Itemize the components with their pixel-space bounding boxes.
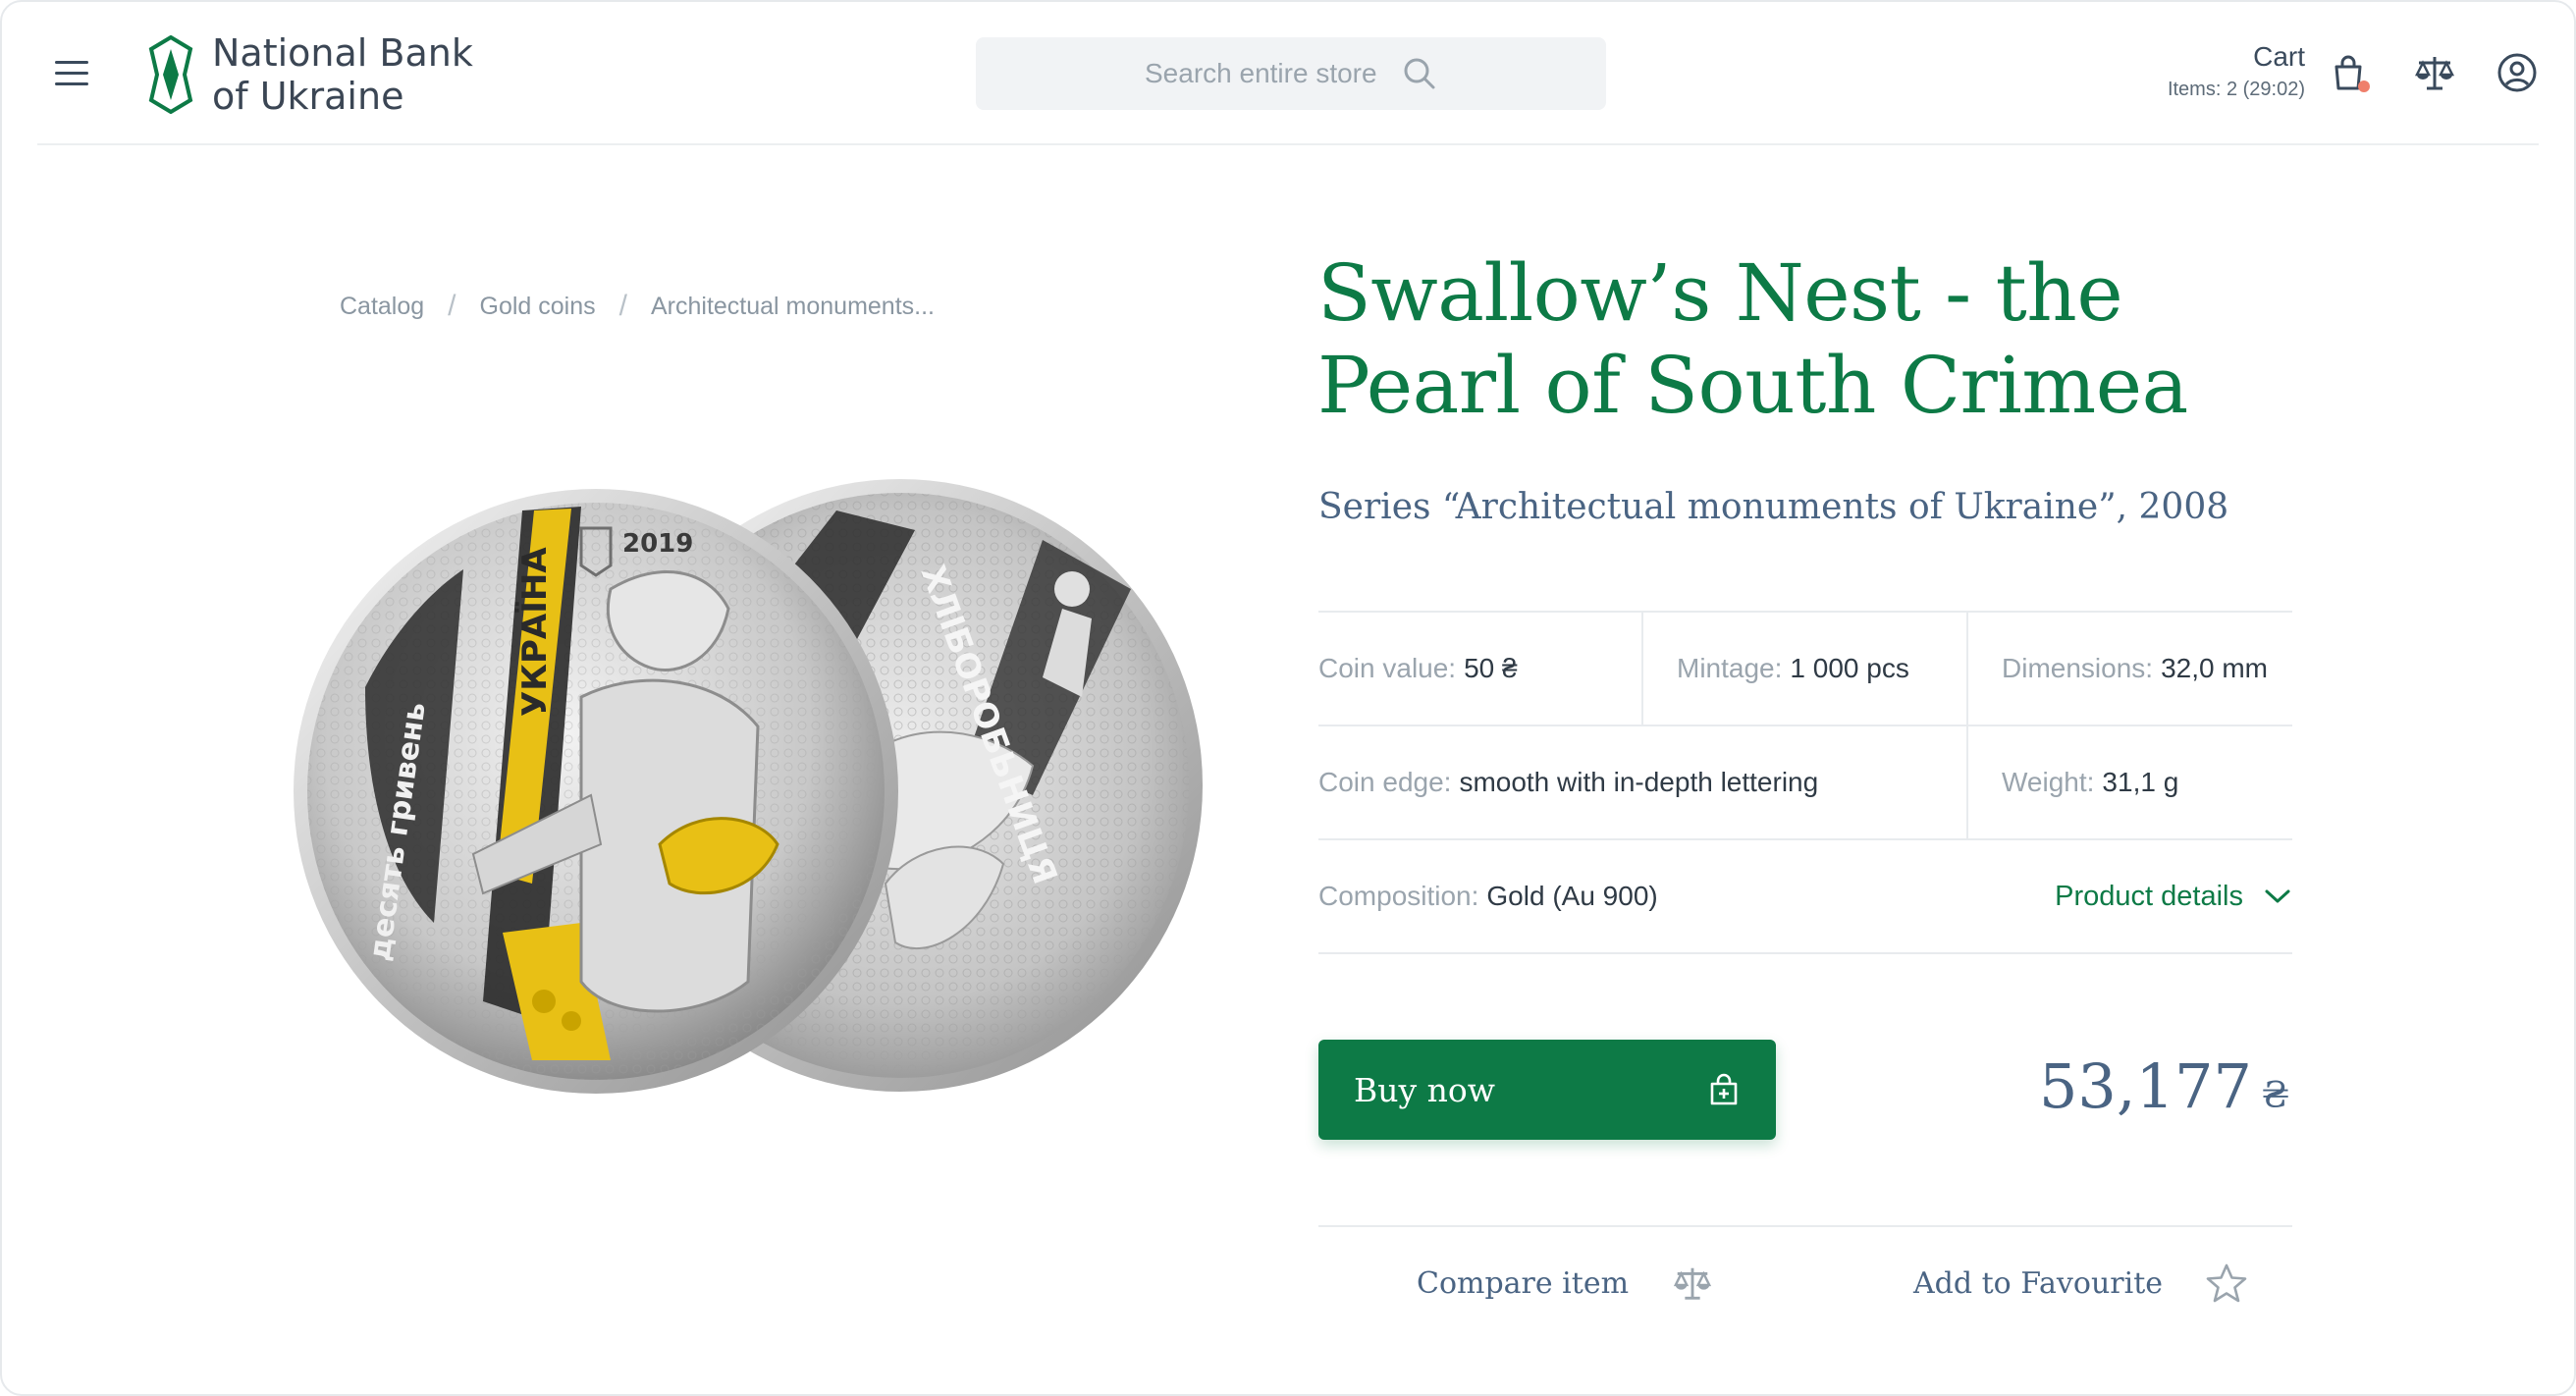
add-to-bag-icon bbox=[1710, 1073, 1738, 1105]
page-frame: National Bank of Ukraine Cart Items: 2 (… bbox=[0, 0, 2576, 1396]
spec-composition: Composition: Gold (Au 900) bbox=[1318, 840, 1658, 952]
star-icon bbox=[2206, 1263, 2247, 1303]
price-currency: ₴ bbox=[2261, 1076, 2289, 1116]
product-price: 53,177 ₴ bbox=[2039, 1050, 2289, 1122]
spec-label: Weight: bbox=[2002, 767, 2095, 797]
coin-country-inscription: УКРАЇНА bbox=[514, 547, 555, 717]
compare-scales-icon bbox=[1673, 1267, 1712, 1300]
product-details-label: Product details bbox=[2055, 880, 2243, 912]
spec-row: Composition: Gold (Au 900) Product detai… bbox=[1318, 840, 2292, 954]
coin-obverse: 2019 УКРАЇНА десять гривень bbox=[294, 489, 898, 1094]
cart-title: Cart bbox=[2253, 41, 2305, 72]
search-bar[interactable] bbox=[976, 37, 1606, 110]
site-header: National Bank of Ukraine Cart Items: 2 (… bbox=[37, 2, 2539, 145]
compare-scales-icon[interactable] bbox=[2413, 51, 2456, 94]
spec-label: Dimensions: bbox=[2002, 653, 2154, 683]
product-title: Swallow’s Nest - the Pearl of South Crim… bbox=[1317, 247, 2188, 431]
logo-line-1: National Bank bbox=[212, 31, 473, 75]
spec-label: Mintage: bbox=[1677, 653, 1783, 683]
chevron-down-icon bbox=[2265, 889, 2290, 903]
bank-logo-icon bbox=[148, 35, 193, 114]
menu-icon[interactable] bbox=[55, 61, 88, 86]
spec-coin-value: Coin value: 50 ₴ bbox=[1318, 613, 1643, 725]
spec-weight: Weight: 31,1 g bbox=[1968, 726, 2292, 838]
search-icon[interactable] bbox=[1402, 56, 1437, 91]
breadcrumb-item-gold-coins[interactable]: Gold coins bbox=[480, 293, 596, 321]
add-to-favourite-label: Add to Favourite bbox=[1913, 1265, 2164, 1301]
coin-image: ХЛІБОРОБЬНИЦЯ 2019 УКРАЇНА десять гривен… bbox=[294, 479, 1203, 1094]
product-actions: Compare item Add to Favourite bbox=[1318, 1225, 2292, 1347]
spec-mintage: Mintage: 1 000 pcs bbox=[1643, 613, 1968, 725]
coin-year: 2019 bbox=[622, 529, 693, 559]
logo-line-2: of Ukraine bbox=[212, 75, 404, 118]
spec-label: Coin edge: bbox=[1318, 767, 1452, 797]
spec-label: Composition: bbox=[1318, 881, 1479, 911]
breadcrumb-separator: / bbox=[618, 290, 627, 322]
logo-text: National Bank of Ukraine bbox=[212, 31, 473, 118]
spec-row: Coin edge: smooth with in-depth letterin… bbox=[1318, 726, 2292, 840]
product-specs: Coin value: 50 ₴ Mintage: 1 000 pcs Dime… bbox=[1318, 611, 2292, 954]
spec-label: Coin value: bbox=[1318, 653, 1457, 683]
spec-value: 1 000 pcs bbox=[1790, 653, 1909, 683]
compare-item-button[interactable]: Compare item bbox=[1417, 1262, 1713, 1304]
spec-value: smooth with in-depth lettering bbox=[1459, 767, 1819, 797]
spec-value: 50 ₴ bbox=[1464, 653, 1518, 683]
spec-value: 32,0 mm bbox=[2161, 653, 2268, 683]
spec-value: 31,1 g bbox=[2102, 767, 2179, 797]
spec-row: Coin value: 50 ₴ Mintage: 1 000 pcs Dime… bbox=[1318, 613, 2292, 726]
site-logo[interactable]: National Bank of Ukraine bbox=[147, 31, 473, 118]
buy-now-label: Buy now bbox=[1354, 1070, 1496, 1109]
cart-items-count: Items: 2 (29:02) bbox=[2167, 79, 2305, 100]
buy-now-button[interactable]: Buy now bbox=[1318, 1040, 1776, 1140]
price-value: 53,177 bbox=[2038, 1050, 2252, 1122]
spec-dimensions: Dimensions: 32,0 mm bbox=[1968, 613, 2292, 725]
compare-item-label: Compare item bbox=[1417, 1265, 1630, 1301]
product-details-toggle[interactable]: Product details bbox=[2055, 881, 2292, 913]
breadcrumb: Catalog / Gold coins / Architectual monu… bbox=[340, 290, 935, 323]
product-series: Series “Architectual monuments of Ukrain… bbox=[1318, 487, 2229, 527]
add-to-favourite-button[interactable]: Add to Favourite bbox=[1913, 1262, 2247, 1304]
search-input[interactable] bbox=[1145, 58, 1390, 89]
breadcrumb-item-catalog[interactable]: Catalog bbox=[340, 293, 424, 321]
user-icon[interactable] bbox=[2496, 51, 2539, 94]
cart-summary[interactable]: Cart Items: 2 (29:02) bbox=[2168, 41, 2305, 101]
breadcrumb-item-current[interactable]: Architectual monuments... bbox=[651, 293, 935, 321]
cart-notification-dot bbox=[2358, 81, 2370, 92]
spec-coin-edge: Coin edge: smooth with in-depth letterin… bbox=[1318, 726, 1968, 838]
breadcrumb-separator: / bbox=[448, 290, 456, 322]
spec-value: Gold (Au 900) bbox=[1486, 881, 1658, 911]
